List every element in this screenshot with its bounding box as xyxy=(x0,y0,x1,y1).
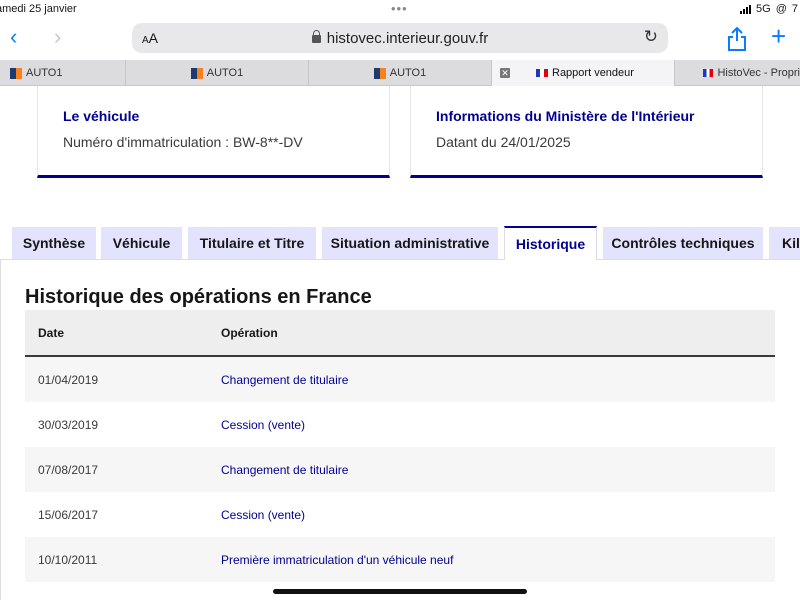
browser-tab-1[interactable]: AUTO1 xyxy=(0,60,126,86)
row-operation: Première immatriculation d'un véhicule n… xyxy=(221,553,454,567)
table-row: 01/04/2019 Changement de titulaire xyxy=(25,357,775,402)
data-date: Datant du 24/01/2025 xyxy=(436,134,571,150)
column-header-date: Date xyxy=(38,326,65,340)
browser-tab-5[interactable]: HistoVec - Propri xyxy=(675,60,800,86)
multitasking-dots-icon[interactable]: ••• xyxy=(391,1,408,16)
auto1-icon xyxy=(373,67,386,79)
battery-label: 7 xyxy=(791,3,798,15)
status-right: 5G @ 7 xyxy=(740,3,798,15)
row-date: 15/06/2017 xyxy=(38,508,99,522)
signal-icon xyxy=(740,4,752,14)
history-table: Date Opération 01/04/2019 Changement de … xyxy=(25,310,775,582)
browser-tab-label: Rapport vendeur xyxy=(552,67,634,79)
browser-tab-label: AUTO1 xyxy=(26,67,63,79)
row-date: 01/04/2019 xyxy=(38,373,99,387)
auto1-icon xyxy=(190,67,203,79)
vehicle-card: Le véhicule Numéro d'immatriculation : B… xyxy=(37,86,390,178)
close-icon[interactable]: ✕ xyxy=(500,68,510,78)
table-row: 10/10/2011 Première immatriculation d'un… xyxy=(25,537,775,582)
row-operation: Cession (vente) xyxy=(221,418,306,432)
tab-situation-administrative[interactable]: Situation administrative xyxy=(322,227,498,259)
browser-toolbar: ‹ › AA histovec.interieur.gouv.fr ↻ + xyxy=(0,20,800,60)
row-date: 30/03/2019 xyxy=(38,418,99,432)
tab-controles-techniques[interactable]: Contrôles techniques xyxy=(603,227,763,259)
back-icon[interactable]: ‹ xyxy=(10,24,17,50)
url-text[interactable]: histovec.interieur.gouv.fr xyxy=(132,30,668,47)
row-operation: Changement de titulaire xyxy=(221,463,349,477)
browser-tab-label: HistoVec - Propri xyxy=(717,67,800,79)
table-row: 15/06/2017 Cession (vente) xyxy=(25,492,775,537)
ministry-card-title: Informations du Ministère de l'Intérieur xyxy=(436,108,695,124)
report-tabs: Synthèse Véhicule Titulaire et Titre Sit… xyxy=(0,226,800,260)
status-date: amedi 25 janvier xyxy=(0,3,77,15)
french-flag-icon xyxy=(703,69,714,77)
status-bar: amedi 25 janvier ••• 5G @ 7 xyxy=(0,0,800,20)
address-bar[interactable]: AA histovec.interieur.gouv.fr ↻ xyxy=(132,23,668,53)
browser-tab-label: AUTO1 xyxy=(389,67,427,79)
share-icon[interactable] xyxy=(726,26,748,52)
tab-vehicule[interactable]: Véhicule xyxy=(101,227,182,259)
tab-kilometrage[interactable]: Kilo xyxy=(769,227,800,259)
home-indicator[interactable] xyxy=(273,589,527,594)
table-row: 30/03/2019 Cession (vente) xyxy=(25,402,775,447)
network-label: 5G xyxy=(756,3,771,15)
browser-tab-2[interactable]: AUTO1 xyxy=(126,60,309,86)
at-icon: @ xyxy=(775,3,787,15)
browser-tab-bar: AUTO1 AUTO1 AUTO1 ✕ Rapport vendeur Hist… xyxy=(0,60,800,86)
new-tab-icon[interactable]: + xyxy=(771,23,786,49)
browser-tab-3[interactable]: AUTO1 xyxy=(309,60,492,86)
row-date: 07/08/2017 xyxy=(38,463,99,477)
row-operation: Cession (vente) xyxy=(221,508,306,522)
lock-icon xyxy=(311,30,321,43)
browser-tab-4[interactable]: ✕ Rapport vendeur xyxy=(492,60,675,86)
reload-icon[interactable]: ↻ xyxy=(644,27,658,47)
table-header: Date Opération xyxy=(25,310,775,357)
table-row: 07/08/2017 Changement de titulaire xyxy=(25,447,775,492)
table-body: 01/04/2019 Changement de titulaire 30/03… xyxy=(25,357,775,582)
column-header-operation: Opération xyxy=(221,326,278,340)
forward-icon[interactable]: › xyxy=(54,24,61,50)
browser-tab-label: AUTO1 xyxy=(206,67,244,79)
vehicle-card-title: Le véhicule xyxy=(63,108,140,124)
ministry-card: Informations du Ministère de l'Intérieur… xyxy=(410,86,763,178)
tab-titulaire[interactable]: Titulaire et Titre xyxy=(188,227,316,259)
tab-synthese[interactable]: Synthèse xyxy=(12,227,96,259)
tab-historique[interactable]: Historique xyxy=(504,226,597,260)
auto1-icon xyxy=(10,67,22,79)
french-flag-icon xyxy=(536,69,548,77)
row-operation: Changement de titulaire xyxy=(221,373,349,387)
registration-number: Numéro d'immatriculation : BW-8**-DV xyxy=(63,134,303,150)
page-title: Historique des opérations en France xyxy=(25,286,372,308)
row-date: 10/10/2011 xyxy=(38,553,98,567)
